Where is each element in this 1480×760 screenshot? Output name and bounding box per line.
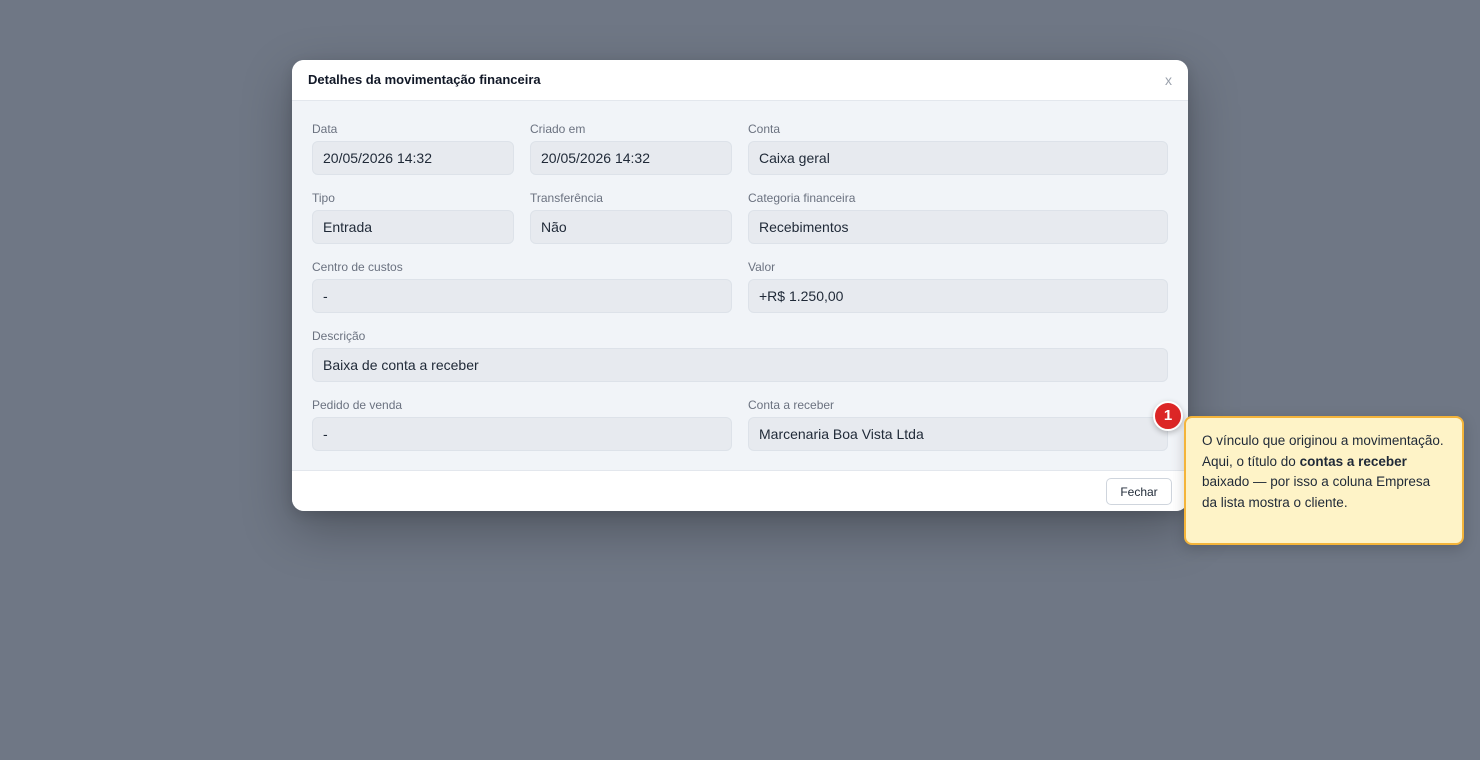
criado-em-value: 20/05/2026 14:32 [530, 141, 732, 175]
field-label: Centro de custos [312, 260, 403, 274]
field-label: Categoria financeira [748, 191, 856, 205]
close-icon[interactable]: x [1165, 72, 1172, 88]
field-data: Data 20/05/2026 14:32 [312, 122, 514, 175]
tipo-value: Entrada [312, 210, 514, 244]
conta-value: Caixa geral [748, 141, 1168, 175]
annotation-marker: 1 [1153, 401, 1183, 431]
modal-footer: Fechar [292, 470, 1188, 511]
field-pedido-venda: Pedido de venda - [312, 398, 732, 451]
data-value: 20/05/2026 14:32 [312, 141, 514, 175]
annotation-callout: O vínculo que originou a movimentação. A… [1184, 416, 1464, 545]
close-button[interactable]: Fechar [1106, 478, 1172, 505]
field-label: Criado em [530, 122, 586, 136]
field-valor: Valor +R$ 1.250,00 [748, 260, 1168, 313]
categoria-value: Recebimentos [748, 210, 1168, 244]
field-criado-em: Criado em 20/05/2026 14:32 [530, 122, 732, 175]
pedido-venda-value: - [312, 417, 732, 451]
modal-title: Detalhes da movimentação financeira [308, 72, 541, 87]
field-tipo: Tipo Entrada [312, 191, 514, 244]
field-conta-receber: Conta a receber Marcenaria Boa Vista Ltd… [748, 398, 1168, 451]
callout-text-bold: contas a receber [1299, 453, 1407, 469]
field-label: Conta [748, 122, 781, 136]
field-centro-custos: Centro de custos - [312, 260, 732, 313]
field-categoria: Categoria financeira Recebimentos [748, 191, 1168, 244]
valor-value: +R$ 1.250,00 [748, 279, 1168, 313]
field-label: Pedido de venda [312, 398, 403, 412]
field-label: Conta a receber [748, 398, 835, 412]
callout-text-after: baixado — por isso a coluna Empresa da l… [1202, 474, 1431, 510]
field-label: Tipo [312, 191, 335, 205]
conta-receber-value: Marcenaria Boa Vista Ltda [748, 417, 1168, 451]
field-label: Descrição [312, 329, 366, 343]
descricao-value: Baixa de conta a receber [312, 348, 1168, 382]
field-label: Transferência [530, 191, 603, 205]
field-conta: Conta Caixa geral [748, 122, 1168, 175]
movement-details-modal: Detalhes da movimentação financeira x Da… [292, 60, 1188, 511]
field-label: Valor [748, 260, 776, 274]
field-descricao: Descrição Baixa de conta a receber [312, 329, 1168, 382]
modal-header: Detalhes da movimentação financeira x [292, 60, 1188, 101]
field-transferencia: Transferência Não [530, 191, 732, 244]
centro-custos-value: - [312, 279, 732, 313]
field-label: Data [312, 122, 338, 136]
transferencia-value: Não [530, 210, 732, 244]
